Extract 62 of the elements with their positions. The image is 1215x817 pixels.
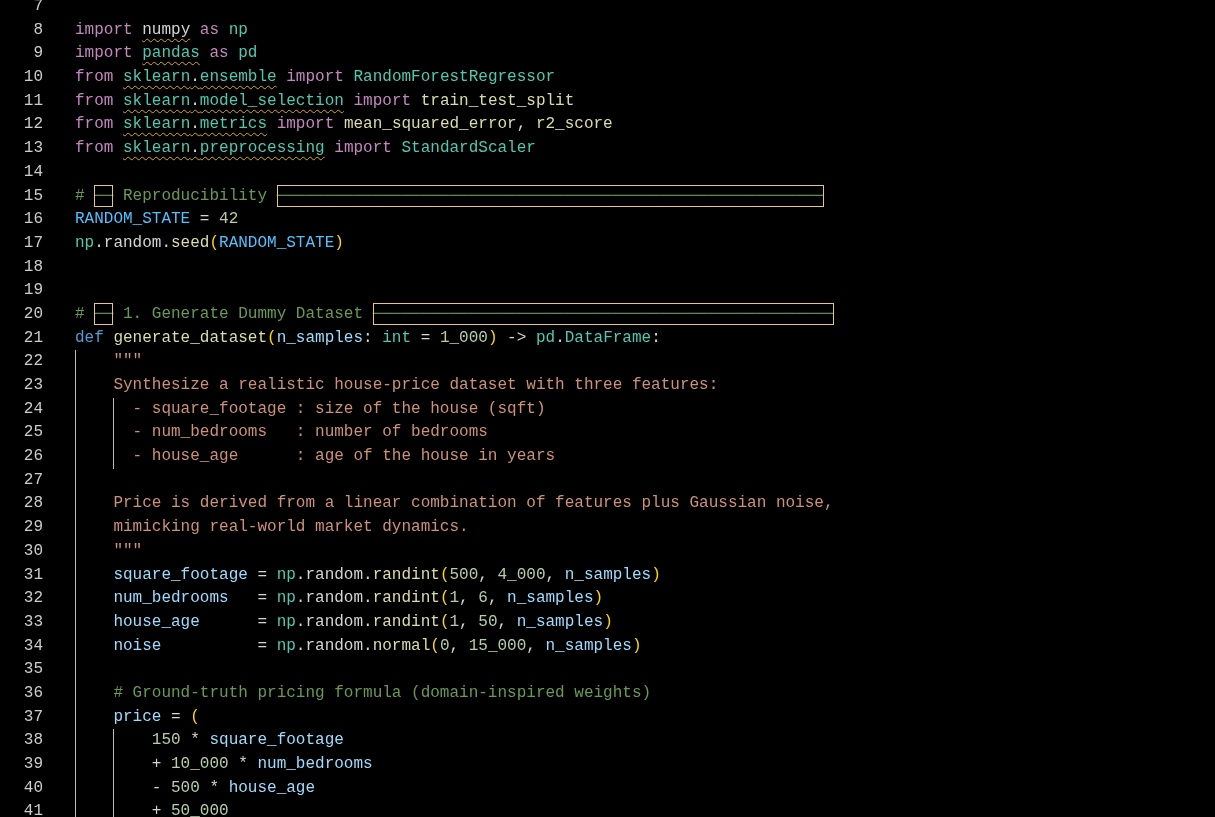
code-line: Price is derived from a linear combination of features plus Gaussian noise, [112,494,834,513]
line-number: 23 [22,375,43,396]
line-number: 30 [22,540,43,562]
code-line: house_age = np.random.randint(1, 50, n_samples) [112,612,613,631]
line-number: 13 [22,138,43,160]
line-number: 37 [22,706,43,728]
line-number: 26 [22,446,43,468]
line-number: 20 [22,303,43,325]
line-number: 34 [22,635,43,657]
code-line: from sklearn.metrics import mean_squared_error, r2_score [75,115,613,134]
line-number: 39 [22,754,43,775]
line-number: 36 [22,682,43,704]
code-line: + 50_000 [150,802,229,817]
line-number: 19 [22,280,43,302]
code-line: """ [112,352,143,371]
code-line: Synthesize a realistic house-price dataset with three features: [112,376,719,394]
line-number: 40 [22,777,43,799]
line-number: 10 [22,67,43,89]
code-line: import pandas as pd [75,44,258,63]
code-line: square_footage = np.random.randint(500, 4_000, n_samples) [112,565,661,584]
code-line: - house_age : age of the house in years [131,447,556,466]
line-number: 15 [22,185,43,207]
code-line: + 10_000 * num_bedrooms [150,755,373,773]
line-number: 22 [22,351,43,373]
line-number: 33 [22,611,43,633]
line-number: 38 [22,730,43,752]
line-number: 24 [22,398,43,420]
line-number: 9 [32,43,43,65]
code-line: - square_footage : size of the house (sqft) [131,399,546,418]
line-number: 12 [22,114,43,136]
code-line: num_bedrooms = np.random.randint(1, 6, n_samples) [112,589,604,608]
code-line: 150 * square_footage [150,731,344,750]
code-line: from sklearn.model_selection import train_test_split [75,91,575,110]
code-line: # Ground-truth pricing formula (domain-inspired weights) [112,683,652,702]
line-number: 25 [22,422,43,444]
code-line: from sklearn.ensemble import RandomForestRegressor [75,68,556,87]
code-line: noise = np.random.normal(0, 15_000, n_samples) [112,636,642,655]
code-line: price = ( [112,707,200,726]
line-number: 18 [22,256,43,278]
line-number: 14 [22,161,43,183]
code-line: import numpy as np [75,20,248,39]
line-number: 28 [22,493,43,515]
line-number: 11 [22,90,43,112]
code-line: mimicking real-world market dynamics. [112,518,469,537]
code-line: RANDOM_STATE = 42 [75,210,239,229]
code-line: """ [112,541,143,560]
line-number: 31 [22,564,43,586]
line-number: 29 [22,517,43,539]
line-number: 32 [22,588,43,610]
line-number: 35 [22,659,43,681]
code-line: def generate_dataset(n_samples: int = 1_000) -> pd.DataFrame: [75,328,661,347]
code-line: - num_bedrooms : number of bedrooms [131,423,488,442]
code-line: np.random.seed(RANDOM_STATE) [75,233,344,252]
line-number: 17 [22,232,43,254]
line-number: 16 [22,209,43,231]
line-number: 27 [22,469,43,491]
line-number: 7 [32,0,43,17]
line-number: 21 [22,327,43,349]
code-line: - 500 * house_age [150,778,316,797]
line-number: 41 [22,801,43,817]
line-number: 8 [32,19,43,41]
code-line: from sklearn.preprocessing import StandardScaler [75,139,536,158]
